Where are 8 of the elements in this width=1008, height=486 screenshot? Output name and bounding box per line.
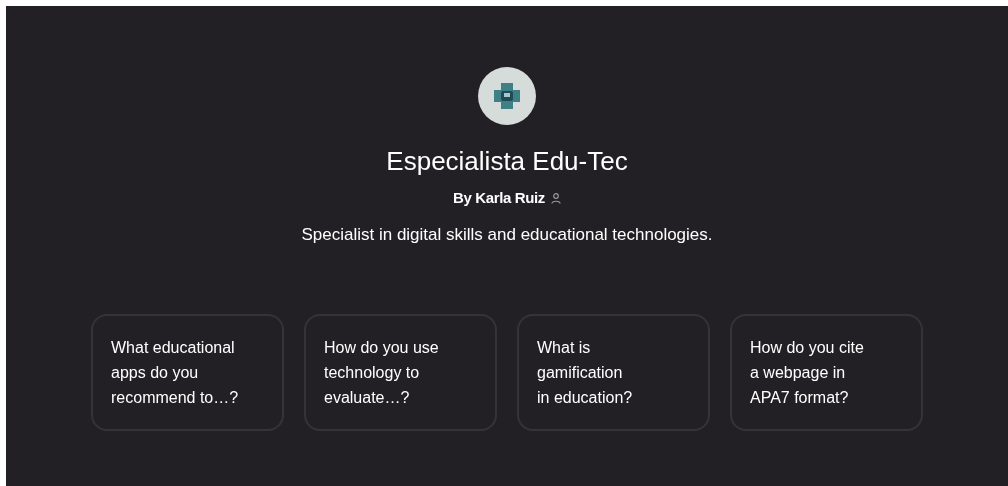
gpt-title: Especialista Edu-Tec <box>386 145 628 177</box>
prompt-card[interactable]: How do you use technology to evaluate…? <box>304 314 497 431</box>
person-icon <box>550 192 561 204</box>
prompt-card[interactable]: How do you cite a webpage in APA7 format? <box>730 314 923 431</box>
prompt-card[interactable]: What educational apps do you recommend to…? <box>91 314 284 431</box>
gpt-description: Specialist in digital skills and educational technologies. <box>301 223 713 246</box>
prompt-card[interactable]: What is gamification in education? <box>517 314 710 431</box>
author-name: By Karla Ruiz <box>453 188 545 208</box>
